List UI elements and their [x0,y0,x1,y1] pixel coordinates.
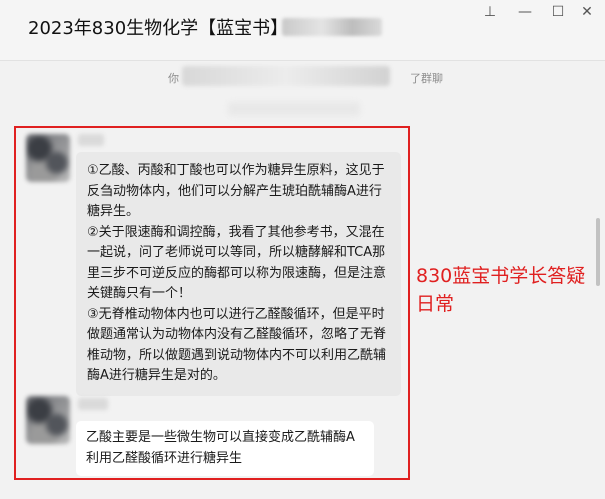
highlight-frame [14,126,410,480]
system-message-suffix: 了群聊 [410,72,443,85]
system-message: 你 了群聊 [168,70,443,86]
scrollbar-thumb[interactable] [596,218,600,286]
close-icon[interactable]: ✕ [576,2,598,22]
annotation-caption: 830蓝宝书学长答疑日常 [416,265,586,315]
pin-icon[interactable]: ⊥ [479,2,501,22]
minimize-icon[interactable]: — [514,2,536,22]
system-message-prefix: 你 [168,72,179,85]
chat-title: 2023年830生物化学【蓝宝书】 [28,18,289,39]
title-bar: 2023年830生物化学【蓝宝书】 ⊥ — ☐ ✕ [0,0,605,61]
maximize-icon[interactable]: ☐ [547,2,569,22]
redacted-title-suffix [282,18,382,36]
redacted-system-line [228,102,360,116]
